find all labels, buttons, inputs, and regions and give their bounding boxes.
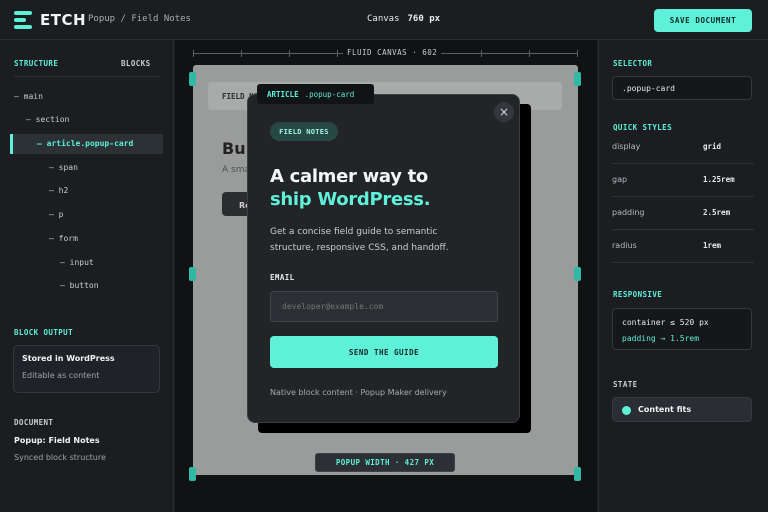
right-panel (598, 40, 768, 512)
email-label: EMAIL (270, 273, 295, 282)
resize-handle-top-left[interactable] (189, 72, 196, 86)
responsive-effect: padding → 1.5rem (622, 334, 700, 343)
block-output-main: Stored in WordPress (22, 354, 115, 363)
ruler-tick (481, 50, 482, 57)
canvas-label: Canvas (367, 14, 400, 24)
popup-description: Get a concise field guide to semantic st… (270, 227, 449, 253)
style-value[interactable]: grid (703, 142, 721, 151)
ruler-label: FLUID CANVAS · 602 (343, 48, 442, 57)
tab-blocks[interactable]: BLOCKS (121, 59, 151, 68)
breadcrumb: Popup / Field Notes (88, 14, 191, 24)
selector-input[interactable]: .popup-card (612, 76, 752, 100)
popup-footer: Native block content · Popup Maker deliv… (270, 388, 447, 397)
etch-logo-icon (14, 11, 32, 29)
top-bar: ETCH Popup / Field Notes Canvas 760 px SA… (0, 0, 768, 40)
selector-title: SELECTOR (613, 59, 653, 68)
block-output-sub: Editable as content (22, 371, 100, 380)
ruler-tick (241, 50, 242, 57)
style-row-padding[interactable]: padding 2.5rem (612, 197, 754, 230)
popup-heading-line1: A calmer way to (270, 166, 428, 187)
style-value[interactable]: 1rem (703, 241, 721, 250)
resize-handle-bottom-left[interactable] (189, 467, 196, 481)
status-dot-icon (622, 406, 631, 415)
state-indicator: Content fits (612, 397, 752, 422)
document-name: Popup: Field Notes (14, 436, 100, 445)
block-output-card: Stored in WordPress Editable as content (13, 345, 160, 393)
ruler-tick (193, 50, 194, 57)
tree-item-main[interactable]: — main (14, 92, 43, 101)
style-row-radius[interactable]: radius 1rem (612, 230, 754, 263)
field-notes-pill: FIELD NOTES (270, 122, 338, 141)
brand-name: ETCH (40, 11, 87, 29)
tree-item-form[interactable]: — form (49, 234, 78, 243)
resize-handle-top-right[interactable] (574, 72, 581, 86)
tree-item-section[interactable]: — section (26, 115, 69, 124)
tree-item-h2[interactable]: — h2 (49, 186, 68, 195)
element-tag-class: .popup-card (304, 90, 355, 99)
element-tag-name: ARTICLE (267, 90, 299, 99)
document-subtitle: Synced block structure (14, 453, 106, 462)
ruler-tick (577, 50, 578, 57)
tree-item-span[interactable]: — span (49, 163, 78, 172)
style-key: gap (612, 175, 628, 184)
tab-divider (14, 76, 160, 77)
resize-handle-bottom-right[interactable] (574, 467, 581, 481)
send-guide-button[interactable]: SEND THE GUIDE (270, 336, 498, 368)
ruler-tick (337, 50, 338, 57)
popup-width-badge: POPUP WIDTH · 427 PX (315, 453, 455, 472)
ruler-tick (529, 50, 530, 57)
document-section-title: DOCUMENT (14, 418, 54, 427)
close-icon[interactable]: × (494, 102, 514, 122)
style-row-gap[interactable]: gap 1.25rem (612, 164, 754, 197)
style-key: padding (612, 208, 645, 217)
style-row-display[interactable]: display grid (612, 131, 754, 164)
state-title: STATE (613, 380, 638, 389)
responsive-rule: container ≤ 520 px (622, 318, 709, 327)
tree-item-p[interactable]: — p (49, 210, 63, 219)
tree-item-article[interactable]: — article.popup-card (37, 139, 133, 148)
responsive-title: RESPONSIVE (613, 290, 663, 299)
ruler-tick (289, 50, 290, 57)
resize-handle-left[interactable] (189, 267, 196, 281)
popup-heading-line2: ship WordPress. (270, 189, 431, 210)
tree-item-input[interactable]: — input (60, 258, 94, 267)
style-key: display (612, 142, 641, 151)
canvas-size-readout: Canvas 760 px (367, 14, 440, 24)
style-value[interactable]: 1.25rem (703, 175, 735, 184)
canvas-width: 760 px (407, 14, 441, 24)
tree-item-button[interactable]: — button (60, 281, 99, 290)
background-subtext: A sma (222, 165, 250, 175)
tab-structure[interactable]: STRUCTURE (14, 59, 58, 68)
style-key: radius (612, 241, 637, 250)
resize-handle-right[interactable] (574, 267, 581, 281)
state-value: Content fits (638, 405, 692, 414)
style-value[interactable]: 2.5rem (703, 208, 730, 217)
popup-card[interactable] (247, 94, 520, 423)
save-document-button[interactable]: SAVE DOCUMENT (654, 9, 752, 32)
block-output-title: BLOCK OUTPUT (14, 328, 73, 337)
responsive-rule-card[interactable]: container ≤ 520 px padding → 1.5rem (612, 308, 752, 350)
element-tag: ARTICLE .popup-card (257, 84, 374, 104)
email-field[interactable] (270, 291, 498, 322)
